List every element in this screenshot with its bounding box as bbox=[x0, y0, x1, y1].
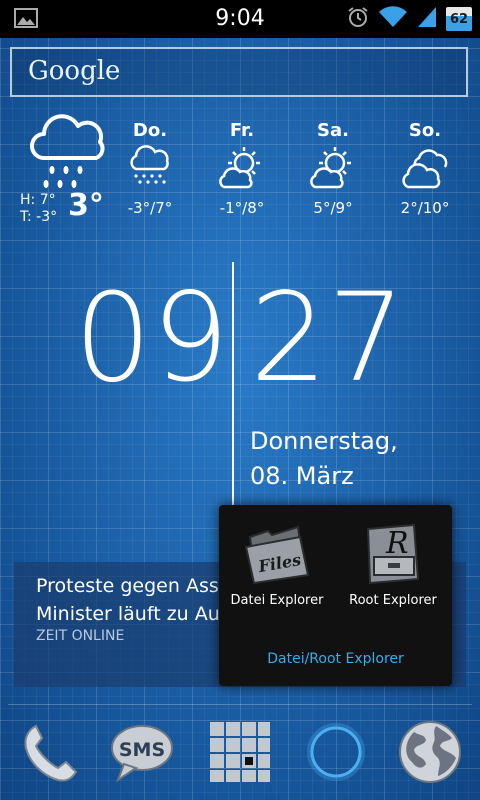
battery-indicator: 62 bbox=[446, 7, 472, 31]
clock-divider bbox=[232, 262, 234, 510]
clock-minutes[interactable]: 27 bbox=[250, 277, 405, 399]
dock-divider bbox=[8, 704, 472, 705]
alarm-icon bbox=[346, 5, 370, 33]
files-folder-icon: Files bbox=[244, 525, 310, 585]
clock-weekday: Donnerstag, bbox=[250, 427, 398, 455]
clock-hours[interactable]: 09 bbox=[74, 277, 229, 399]
folder-popup: Files Datei Explorer R Root Explorer Dat… bbox=[219, 505, 452, 686]
app-root-explorer[interactable]: R Root Explorer bbox=[335, 521, 451, 608]
svg-text:R: R bbox=[385, 526, 409, 561]
current-temperature: 3° bbox=[68, 188, 104, 223]
status-bar: 9:04 62 bbox=[0, 0, 480, 38]
weather-widget[interactable]: H: 7° T: -3° 3° Do. -3°/7° Fr. -1°/8° Sa… bbox=[0, 112, 480, 232]
current-low: T: -3° bbox=[20, 209, 58, 225]
cabinet-icon: R bbox=[366, 523, 420, 585]
clock-day-month: 08. März bbox=[250, 462, 354, 490]
sun-cloud-icon bbox=[197, 145, 287, 193]
news-source: ZEIT ONLINE bbox=[36, 628, 125, 644]
forecast-day: Do. -3°/7° bbox=[105, 120, 195, 217]
forecast-temps: -3°/7° bbox=[127, 199, 173, 217]
browser-globe-icon[interactable] bbox=[394, 716, 466, 788]
forecast-day-name: Do. bbox=[132, 120, 168, 141]
wifi-icon bbox=[378, 5, 408, 33]
forecast-day: So. 2°/10° bbox=[380, 120, 470, 217]
signal-icon bbox=[416, 5, 438, 33]
forecast-day-name: Fr. bbox=[229, 120, 255, 141]
forecast-temps: 5°/9° bbox=[313, 199, 353, 217]
forecast-temps: 2°/10° bbox=[400, 199, 450, 217]
app-label: Datei Explorer bbox=[230, 593, 324, 608]
forecast-temps: -1°/8° bbox=[219, 199, 265, 217]
sun-cloud-icon bbox=[288, 145, 378, 193]
forecast-day: Fr. -1°/8° bbox=[197, 120, 287, 217]
snow-cloud-icon bbox=[105, 145, 195, 193]
google-logo: Google bbox=[28, 56, 121, 86]
battery-level: 62 bbox=[449, 12, 469, 27]
phone-icon[interactable] bbox=[14, 716, 86, 788]
home-ring-icon[interactable] bbox=[300, 716, 372, 788]
app-label: Root Explorer bbox=[349, 593, 437, 608]
cloud-icon bbox=[380, 145, 470, 193]
google-search-bar[interactable]: Google bbox=[10, 47, 468, 97]
current-high: H: 7° bbox=[20, 192, 56, 208]
forecast-day-name: So. bbox=[408, 120, 442, 141]
folder-title[interactable]: Datei/Root Explorer bbox=[219, 651, 452, 667]
app-drawer-icon[interactable] bbox=[204, 716, 276, 788]
forecast-day: Sa. 5°/9° bbox=[288, 120, 378, 217]
sms-icon[interactable]: SMS bbox=[106, 716, 178, 788]
clock-date: Donnerstag, 08. März bbox=[250, 424, 398, 494]
rain-cloud-icon bbox=[30, 114, 110, 196]
app-datei-explorer[interactable]: Files Datei Explorer bbox=[219, 521, 335, 608]
svg-text:SMS: SMS bbox=[119, 739, 165, 761]
current-high-low: H: 7° T: -3° bbox=[20, 192, 57, 226]
dock: SMS bbox=[0, 712, 480, 794]
forecast-day-name: Sa. bbox=[317, 120, 349, 141]
